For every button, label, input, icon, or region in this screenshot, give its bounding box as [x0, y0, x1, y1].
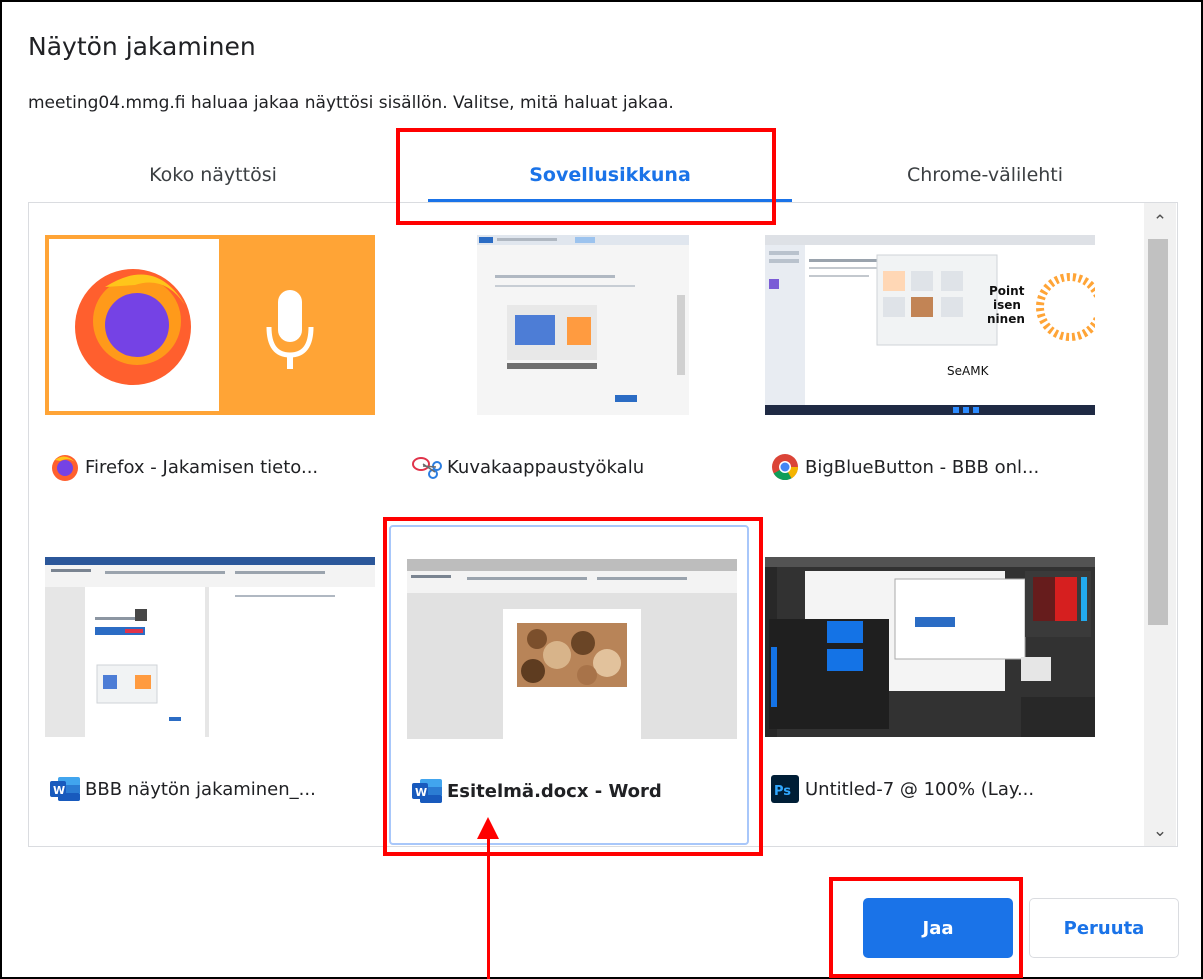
- tab-highlight-annotation: [396, 128, 776, 225]
- dialog-subtitle: meeting04.mmg.fi haluaa jakaa näyttösi s…: [28, 93, 674, 113]
- window-title: Firefox - Jakamisen tieto...: [49, 451, 318, 483]
- word-icon: W: [49, 773, 81, 805]
- firefox-icon: [49, 451, 81, 483]
- pointer-arrow-annotation: [487, 832, 490, 979]
- window-thumbnail: [45, 235, 375, 415]
- window-item-photoshop[interactable]: Ps Untitled-7 @ 100% (Lay...: [749, 525, 1109, 845]
- selection-highlight-annotation: [383, 517, 763, 856]
- window-label: Firefox - Jakamisen tieto...: [85, 456, 319, 478]
- dialog-title: Näytön jakaminen: [28, 32, 256, 61]
- window-thumbnail: [45, 557, 375, 737]
- window-title: Ps Untitled-7 @ 100% (Lay...: [769, 773, 1034, 805]
- chevron-down-icon[interactable]: ⌄: [1144, 816, 1176, 846]
- window-title: BigBlueButton - BBB onl...: [769, 451, 1039, 483]
- share-button-highlight-annotation: [829, 877, 1023, 978]
- window-item-snipping-tool[interactable]: Kuvakaappaustyökalu: [391, 203, 751, 523]
- screen-share-dialog: Näytön jakaminen meeting04.mmg.fi haluaa…: [0, 0, 1203, 979]
- window-item-bigbluebutton[interactable]: Point isen ninen SeAMK BigBlueButton - B…: [749, 203, 1109, 523]
- svg-text:Ps: Ps: [774, 784, 791, 799]
- chrome-icon: [769, 451, 801, 483]
- window-thumbnail: [765, 557, 1095, 737]
- tab-entire-screen[interactable]: Koko näyttösi: [28, 147, 398, 202]
- window-title: Kuvakaappaustyökalu: [411, 451, 644, 483]
- window-thumbnail: [407, 235, 737, 415]
- cancel-button[interactable]: Peruuta: [1029, 898, 1179, 958]
- window-label: Kuvakaappaustyökalu: [447, 456, 645, 478]
- window-title: W BBB näytön jakaminen_...: [49, 773, 316, 805]
- thumb-text: Point: [989, 284, 1025, 298]
- grid-scrollbar[interactable]: ⌃ ⌄: [1144, 203, 1176, 846]
- photoshop-icon: Ps: [769, 773, 801, 805]
- snipping-tool-icon: [411, 451, 443, 483]
- tab-chrome-tab[interactable]: Chrome-välilehti: [792, 147, 1178, 202]
- thumb-text: isen: [993, 298, 1021, 312]
- window-label: BigBlueButton - BBB onl...: [805, 456, 1040, 478]
- window-thumbnail: Point isen ninen SeAMK: [765, 235, 1095, 415]
- window-label: BBB näytön jakaminen_...: [85, 778, 316, 800]
- thumb-text: SeAMK: [947, 364, 990, 378]
- window-label: Untitled-7 @ 100% (Lay...: [805, 778, 1035, 800]
- window-item-firefox[interactable]: Firefox - Jakamisen tieto...: [29, 203, 389, 523]
- window-item-word-bbb[interactable]: W BBB näytön jakaminen_...: [29, 525, 389, 845]
- chevron-up-icon[interactable]: ⌃: [1144, 207, 1176, 237]
- scroll-thumb[interactable]: [1148, 239, 1168, 625]
- svg-text:W: W: [53, 784, 65, 797]
- thumb-text: ninen: [987, 312, 1025, 326]
